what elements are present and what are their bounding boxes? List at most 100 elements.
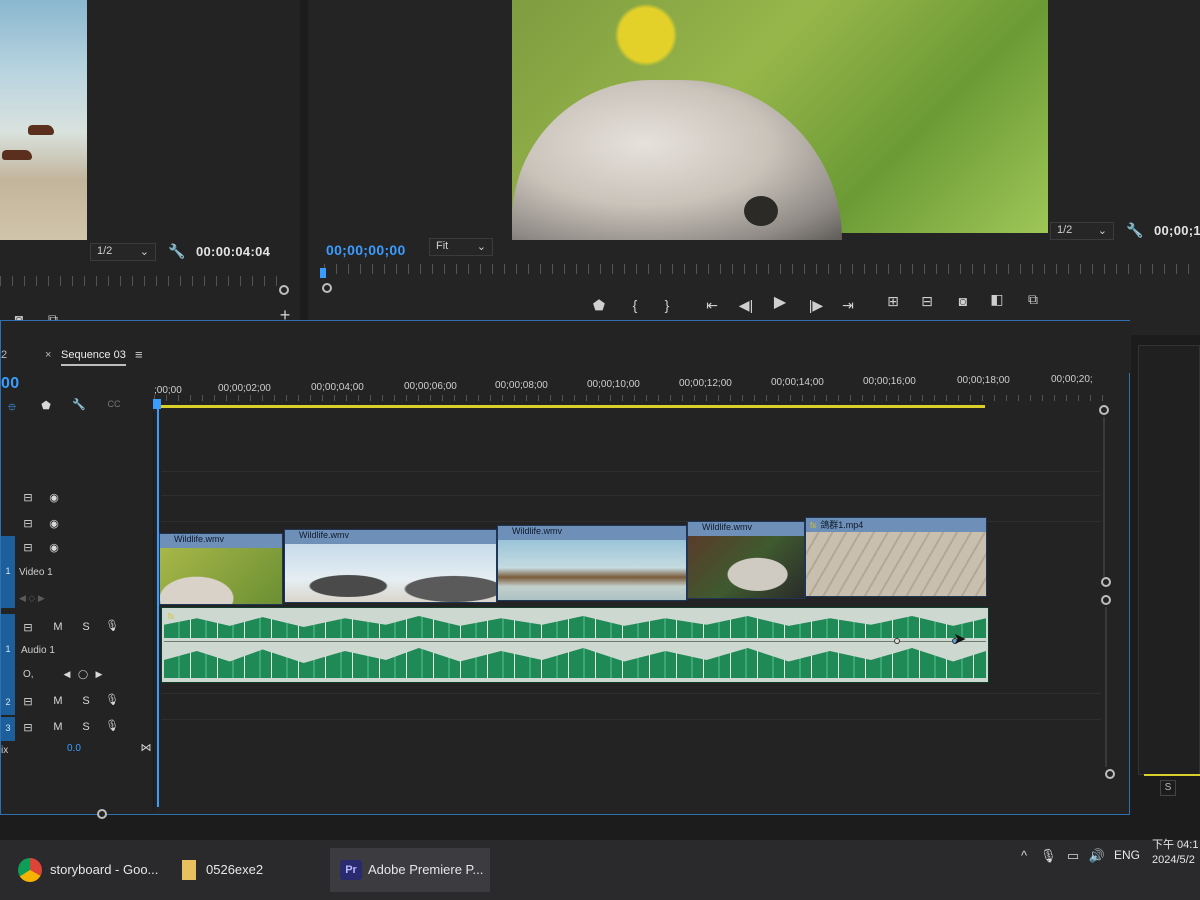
timeline-playhead-timecode[interactable]: 00 (1, 375, 19, 393)
program-timecode-right: 00;00;1 (1154, 223, 1200, 238)
ruler-label: 00;00;18;00 (957, 375, 1010, 386)
vertical-scroll-track[interactable] (1105, 607, 1107, 767)
film-toggle-icon[interactable]: ⊟ (21, 541, 35, 554)
film-toggle-icon[interactable]: ⊟ (21, 621, 35, 634)
compare-icon[interactable]: ◧ (986, 290, 1008, 308)
fx-badge: fx (810, 521, 817, 530)
solo-button-icon[interactable]: S (79, 721, 93, 733)
premiere-label: Adobe Premiere P... (368, 862, 484, 877)
taskbar-premiere[interactable]: Pr Adobe Premiere P... (330, 848, 490, 892)
film-toggle-icon[interactable]: ⊟ (21, 721, 35, 734)
horse-shape (2, 150, 32, 160)
a1-keyframe-controls[interactable]: ◀ ◯ ▶ (53, 669, 113, 680)
step-back-icon[interactable]: ◀| (736, 296, 756, 314)
mix-value[interactable]: 0.0 (67, 743, 81, 754)
film-toggle-icon[interactable]: ⊟ (21, 517, 35, 530)
video-clip[interactable]: Wildlife.wmv (687, 521, 805, 599)
captions-icon[interactable]: CC (105, 399, 123, 409)
taskbar-folder[interactable]: 0526exe2 (170, 848, 320, 892)
work-area-bar[interactable] (157, 405, 985, 408)
vertical-scroll-handle[interactable] (1105, 769, 1115, 779)
volume-line[interactable] (164, 641, 986, 642)
go-to-out-icon[interactable]: ⇥ (838, 296, 858, 314)
clip-thumbnail (285, 544, 496, 602)
mute-button-icon[interactable]: M (51, 695, 65, 707)
mute-button-icon[interactable]: M (51, 621, 65, 633)
timeline-ruler[interactable]: ;00;00 00;00;02;00 00;00;04;00 00;00;06;… (154, 371, 1114, 407)
microphone-icon[interactable]: 🎙 (105, 619, 119, 632)
taskbar: storyboard - Goo... 0526exe2 Pr Adobe Pr… (0, 839, 1200, 900)
a2-target-tab[interactable]: 2 (1, 691, 15, 715)
camera-icon[interactable]: ◙ (952, 292, 974, 310)
ruler-label: 00;00;04;00 (311, 382, 364, 393)
vertical-scroll-track[interactable] (1103, 417, 1105, 577)
tab-menu-icon[interactable]: ≡ (135, 347, 143, 362)
fit-value: Fit (436, 240, 449, 252)
mute-button-icon[interactable]: M (51, 721, 65, 733)
source-zoom-select[interactable]: 1/2 ⌄ (90, 243, 156, 261)
keyframe[interactable] (894, 638, 900, 644)
a1-target-tab[interactable]: 1 (1, 614, 15, 692)
program-timecode[interactable]: 00;00;00;00 (326, 242, 406, 258)
eye-icon[interactable]: ◉ (47, 517, 61, 530)
video-clip[interactable]: Wildlife.wmv (497, 525, 687, 601)
video-clip[interactable]: fx 鴿群1.mp4 (805, 517, 987, 597)
solo-button-icon[interactable]: S (79, 695, 93, 707)
program-fit-select[interactable]: Fit ⌄ (429, 238, 493, 256)
animal-shape (512, 80, 842, 240)
audio-clip[interactable]: fx (161, 607, 989, 683)
clock-time[interactable]: 下午 04:1 (1152, 836, 1198, 852)
ruler-label: 00;00;16;00 (863, 376, 916, 387)
microphone-icon[interactable]: 🎙 (1040, 848, 1057, 864)
vertical-scroll-handle[interactable] (1101, 595, 1111, 605)
vertical-scroll-handle[interactable] (1101, 577, 1111, 587)
program-zoom-select[interactable]: 1/2 ⌄ (1050, 222, 1114, 240)
v1-keyframe-controls[interactable]: ◀ ◇ ▶ (19, 593, 45, 604)
chevron-up-icon[interactable]: ^ (1016, 848, 1032, 863)
vertical-scroll-handle[interactable] (1099, 405, 1109, 415)
language-indicator[interactable]: ENG (1114, 848, 1140, 862)
extract-icon[interactable]: ⊟ (916, 292, 938, 310)
video-clip[interactable]: Wildlife.wmv (159, 533, 283, 605)
solo-button-icon[interactable]: S (79, 621, 93, 633)
eye-icon[interactable]: ◉ (47, 491, 61, 504)
folder-label: 0526exe2 (206, 862, 264, 877)
lift-icon[interactable]: ⊞ (882, 292, 904, 310)
program-scroll-handle[interactable] (322, 283, 332, 293)
video-clip[interactable]: Wildlife.wmv (284, 529, 497, 603)
film-toggle-icon[interactable]: ⊟ (21, 491, 35, 504)
marker-icon[interactable]: ⬟ (590, 296, 608, 314)
wrench-icon[interactable]: 🔧 (1126, 221, 1144, 239)
mark-in-icon[interactable]: { (626, 296, 644, 314)
microphone-icon[interactable]: 🎙 (105, 693, 119, 706)
solo-button[interactable]: S (1160, 780, 1176, 796)
clip-name: Wildlife.wmv (688, 522, 804, 536)
network-icon[interactable]: ▭ (1064, 848, 1082, 864)
close-icon[interactable]: × (45, 349, 51, 361)
speaker-icon[interactable]: 🔊 (1088, 848, 1106, 864)
taskbar-chrome[interactable]: storyboard - Goo... (6, 848, 166, 892)
timeline-tab-other[interactable]: 2 (1, 349, 7, 361)
v1-target-tab[interactable]: 1 (1, 536, 15, 608)
tab-sequence-03[interactable]: Sequence 03 (61, 349, 126, 366)
microphone-icon[interactable]: 🎙 (105, 719, 119, 732)
mix-width-icon[interactable]: ⋈ (139, 741, 153, 754)
wrench-icon[interactable]: 🔧 (168, 242, 186, 260)
horse-shape (28, 125, 54, 135)
clock-date[interactable]: 2024/5/2 (1152, 854, 1195, 866)
source-preview-frame (0, 0, 87, 240)
eye-icon[interactable]: ◉ (47, 541, 61, 554)
lane-separator (161, 693, 1101, 694)
horizontal-scroll-handle[interactable] (97, 809, 107, 819)
a3-target-tab[interactable]: 3 (1, 717, 15, 741)
mark-out-icon[interactable]: } (658, 296, 676, 314)
go-to-in-icon[interactable]: ⇤ (702, 296, 722, 314)
step-forward-icon[interactable]: |▶ (806, 296, 826, 314)
timeline-playhead-line[interactable] (157, 407, 159, 807)
source-scroll-handle[interactable] (279, 285, 289, 295)
export-frame-icon[interactable]: ⧉ (1022, 290, 1044, 308)
program-playhead[interactable] (320, 268, 326, 278)
wrench-icon[interactable]: 🔧 (71, 398, 87, 411)
play-icon[interactable]: ▶ (770, 294, 790, 312)
film-toggle-icon[interactable]: ⊟ (21, 695, 35, 708)
